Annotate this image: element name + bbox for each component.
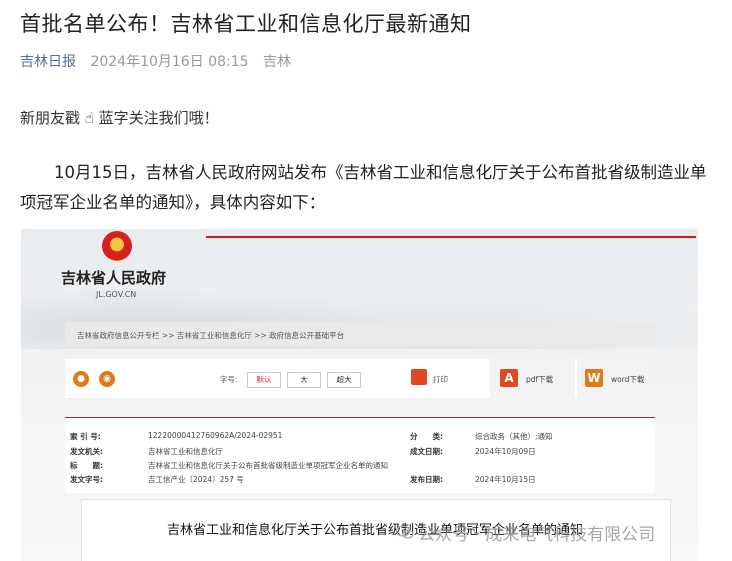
intro-text: 新朋友戳 ☝ 蓝字关注我们哦！ [20, 109, 219, 127]
breadcrumb: 吉林省政府信息公开专栏 >> 吉林省工业和信息化厅 >> 政府信息公开基础平台 [65, 322, 655, 346]
watermark-text: 公众号 · 成来电气科技有限公司 [418, 525, 656, 545]
font-default-button: 默认 [247, 372, 281, 388]
print-icon [411, 369, 427, 385]
article-meta: 吉林日报 2024年10月16日 08:15 吉林 [20, 51, 291, 71]
word-download-box: W word下载 [577, 359, 655, 399]
word-icon: W [585, 369, 603, 387]
info-value: 2024年10月09日 [475, 447, 536, 456]
info-value: 吉工信产业〔2024〕257 号 [148, 475, 244, 484]
info-key: 发文字号: [70, 475, 103, 484]
article-title: 首批名单公布！吉林省工业和信息化厅最新通知 [20, 12, 472, 36]
word-download-label: word下载 [611, 375, 645, 384]
info-key: 标 题: [70, 461, 103, 470]
font-large-button: 大 [287, 372, 321, 388]
info-key: 发文机关: [70, 447, 103, 456]
info-value: 12220000412760962A/2024-02951 [148, 431, 283, 440]
font-xlarge-button: 超大 [327, 372, 361, 388]
doc-info-table: 索 引 号: 12220000412760962A/2024-02951 分 类… [65, 417, 655, 493]
body-paragraph: 10月15日，吉林省人民政府网站发布《吉林省工业和信息化厅关于公布首批省级制造业… [20, 163, 707, 212]
info-key: 发布日期: [410, 475, 443, 484]
info-value: 综合政务（其他）;通知 [475, 432, 553, 441]
pdf-download-box: A pdf下载 [490, 359, 575, 399]
print-label: 打印 [433, 375, 448, 384]
info-key: 索 引 号: [70, 432, 101, 441]
publish-time: 2024年10月16日 08:15 [90, 54, 249, 70]
embedded-screenshot: 吉林省人民政府 JL.GOV.CN 吉林省政府信息公开专栏 >> 吉林省工业和信… [21, 229, 698, 561]
info-value: 2024年10月15日 [475, 475, 536, 484]
account-name-link[interactable]: 吉林日报 [20, 54, 76, 70]
national-emblem-icon [102, 231, 132, 261]
pdf-icon: A [500, 369, 518, 387]
wechat-icon [396, 525, 414, 539]
weibo-share-icon: ◉ [99, 371, 115, 387]
info-value: 吉林省工业和信息化厅 [148, 447, 223, 456]
gov-site-domain: JL.GOV.CN [96, 290, 137, 299]
info-key: 分 类: [410, 432, 443, 441]
info-key: 成文日期: [410, 447, 443, 456]
doc-toolbar: ● ◉ 字号: 默认 大 超大 打印 A pdf下载 W word下载 [65, 359, 655, 399]
pdf-download-label: pdf下载 [526, 375, 554, 384]
gov-site-name: 吉林省人民政府 [61, 269, 167, 287]
info-value: 吉林省工业和信息化厅关于公布首批省级制造业单项冠军企业名单的通知 [148, 461, 388, 470]
wechat-share-icon: ● [73, 371, 89, 387]
publish-location: 吉林 [262, 54, 291, 70]
header-red-line [206, 236, 696, 238]
font-size-label: 字号: [220, 375, 238, 384]
